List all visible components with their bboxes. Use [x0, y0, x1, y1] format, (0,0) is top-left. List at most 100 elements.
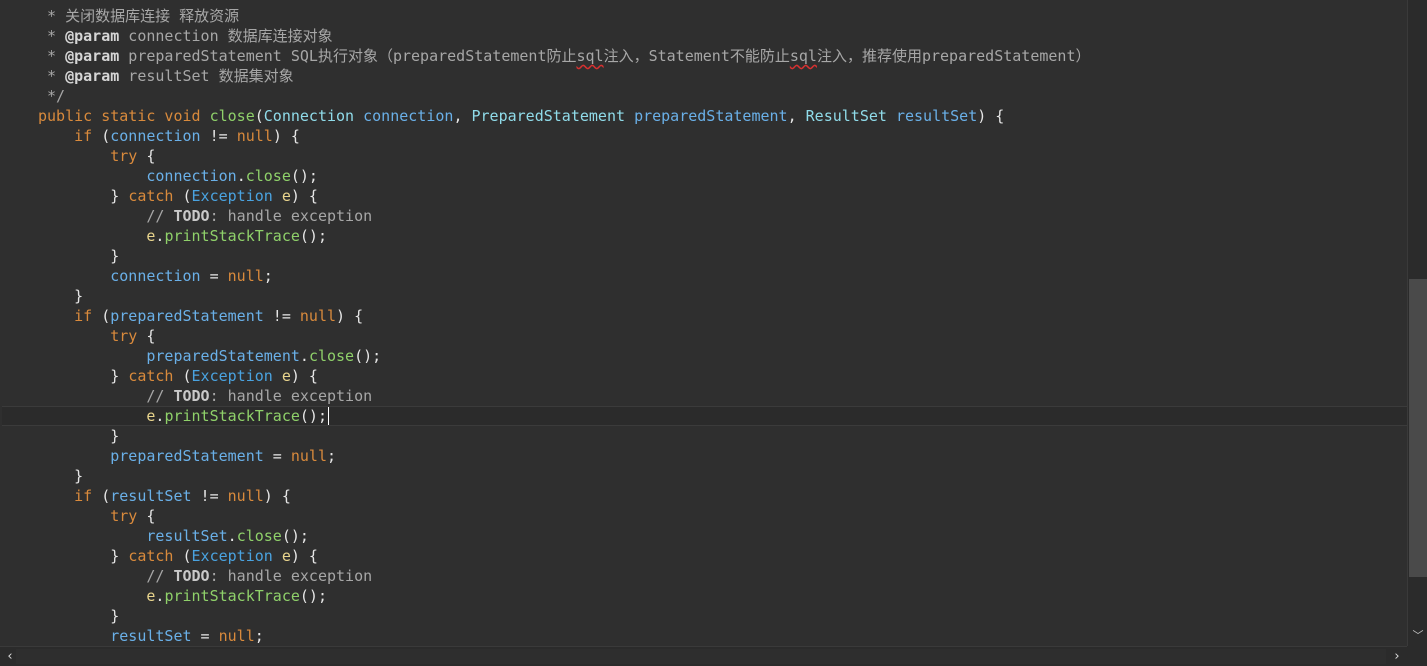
- code-token: !=: [263, 307, 300, 325]
- code-line[interactable]: // TODO: handle exception: [2, 386, 1407, 406]
- code-line[interactable]: preparedStatement = null;: [2, 446, 1407, 466]
- code-token: 注入，推荐使用preparedStatement）: [816, 47, 1091, 65]
- code-token: close: [236, 527, 282, 545]
- code-token: TODO: [173, 567, 210, 585]
- code-token: if: [38, 307, 102, 325]
- code-line[interactable]: * @param preparedStatement SQL执行对象（prepa…: [2, 46, 1407, 66]
- code-line[interactable]: if (resultSet != null) {: [2, 486, 1407, 506]
- code-token: =: [263, 447, 291, 465]
- code-token: !=: [191, 487, 228, 505]
- code-line[interactable]: }: [2, 286, 1407, 306]
- code-token: catch: [128, 187, 183, 205]
- code-token: sql: [789, 47, 817, 65]
- code-line[interactable]: resultSet.close();: [2, 526, 1407, 546]
- code-line[interactable]: resultSet = null;: [2, 626, 1407, 646]
- code-token: ();: [299, 587, 327, 605]
- code-token: : handle exception: [209, 387, 373, 405]
- horizontal-scrollbar-thumb[interactable]: [16, 649, 1386, 664]
- code-token: *: [38, 47, 66, 65]
- code-token: close: [209, 107, 255, 125]
- code-token: ();: [354, 347, 382, 365]
- code-line[interactable]: // TODO: handle exception: [2, 566, 1407, 586]
- code-token: }: [38, 607, 120, 625]
- code-token: {: [146, 147, 156, 165]
- code-token: printStackTrace: [164, 227, 300, 245]
- code-line[interactable]: connection = null;: [2, 266, 1407, 286]
- code-token: e: [281, 187, 291, 205]
- code-token: preparedStatement SQL执行对象（preparedStatem…: [119, 47, 577, 65]
- horizontal-scrollbar[interactable]: ‹ ›: [0, 646, 1407, 666]
- code-token: ();: [299, 227, 327, 245]
- code-line[interactable]: if (preparedStatement != null) {: [2, 306, 1407, 326]
- code-token: connection: [110, 127, 201, 145]
- code-token: ;: [254, 627, 264, 645]
- code-token: PreparedStatement: [471, 107, 635, 125]
- code-token: ) {: [977, 107, 1005, 125]
- scroll-down-arrow[interactable]: ﹀: [1408, 626, 1427, 646]
- code-token: //: [38, 207, 174, 225]
- code-token: }: [38, 187, 129, 205]
- code-line[interactable]: try {: [2, 506, 1407, 526]
- code-token: connection: [146, 167, 237, 185]
- code-line[interactable]: try {: [2, 326, 1407, 346]
- code-line[interactable]: * @param resultSet 数据集对象: [2, 66, 1407, 86]
- code-line[interactable]: } catch (Exception e) {: [2, 366, 1407, 386]
- code-line[interactable]: * @param connection 数据库连接对象: [2, 26, 1407, 46]
- code-token: ();: [299, 407, 327, 425]
- code-token: try: [38, 507, 147, 525]
- code-token: e: [281, 367, 291, 385]
- code-line[interactable]: } catch (Exception e) {: [2, 546, 1407, 566]
- code-line[interactable]: } catch (Exception e) {: [2, 186, 1407, 206]
- code-token: connection 数据库连接对象: [119, 27, 333, 45]
- code-token: ) {: [263, 487, 291, 505]
- code-line[interactable]: }: [2, 606, 1407, 626]
- code-line[interactable]: if (connection != null) {: [2, 126, 1407, 146]
- code-token: (: [182, 547, 192, 565]
- chevron-down-icon: ﹀: [1412, 629, 1424, 642]
- scroll-right-arrow[interactable]: ›: [1389, 647, 1405, 666]
- code-line[interactable]: * 关闭数据库连接 释放资源: [2, 6, 1407, 26]
- code-token: Connection: [263, 107, 364, 125]
- code-line[interactable]: preparedStatement.close();: [2, 346, 1407, 366]
- code-line[interactable]: e.printStackTrace();: [2, 586, 1407, 606]
- code-token: null: [236, 127, 273, 145]
- code-token: : handle exception: [209, 567, 373, 585]
- code-token: (: [101, 487, 111, 505]
- code-editor[interactable]: * 关闭数据库连接 释放资源 * @param connection 数据库连接…: [0, 0, 1407, 646]
- code-token: @param: [65, 47, 120, 65]
- code-line[interactable]: try {: [2, 146, 1407, 166]
- code-token: ) {: [290, 367, 318, 385]
- code-line[interactable]: // TODO: handle exception: [2, 206, 1407, 226]
- code-token: null: [227, 487, 264, 505]
- code-line[interactable]: connection.close();: [2, 166, 1407, 186]
- code-token: catch: [128, 367, 183, 385]
- code-token: ) {: [336, 307, 364, 325]
- code-token: .: [227, 527, 237, 545]
- code-line[interactable]: */: [2, 86, 1407, 106]
- code-line[interactable]: }: [2, 466, 1407, 486]
- code-token: =: [200, 267, 228, 285]
- code-token: }: [38, 367, 129, 385]
- code-token: (: [182, 187, 192, 205]
- code-token: !=: [200, 127, 237, 145]
- code-token: @param: [65, 27, 120, 45]
- code-line[interactable]: e.printStackTrace();: [2, 226, 1407, 246]
- vertical-scrollbar-thumb[interactable]: [1409, 279, 1427, 577]
- code-line-current[interactable]: e.printStackTrace();: [2, 406, 1407, 426]
- code-line[interactable]: public static void close(Connection conn…: [2, 106, 1407, 126]
- code-token: : handle exception: [209, 207, 373, 225]
- code-token: //: [38, 567, 174, 585]
- code-token: //: [38, 387, 174, 405]
- code-token: ;: [327, 447, 337, 465]
- code-line[interactable]: }: [2, 426, 1407, 446]
- text-cursor: [328, 407, 329, 425]
- code-token: =: [191, 627, 219, 645]
- code-token: Exception: [191, 187, 282, 205]
- vertical-scrollbar[interactable]: ﹀: [1407, 0, 1427, 646]
- code-line[interactable]: }: [2, 246, 1407, 266]
- code-token: null: [218, 627, 255, 645]
- code-token: ResultSet: [805, 107, 896, 125]
